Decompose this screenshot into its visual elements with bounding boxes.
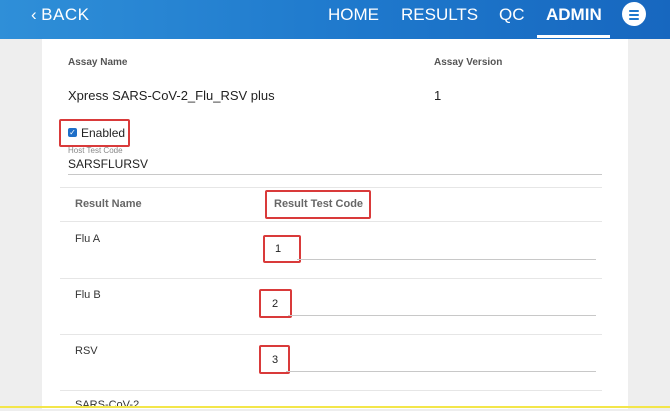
host-test-code-label: Host Test Code	[68, 146, 123, 155]
assay-version-label: Assay Version	[434, 57, 503, 68]
host-test-code-underline	[68, 174, 602, 175]
code-underline-row-1	[297, 259, 596, 260]
result-code-input-flu-a[interactable]: 1	[275, 243, 281, 255]
row-divider-3	[60, 390, 602, 391]
assay-version-value: 1	[434, 88, 442, 103]
result-code-input-flu-b[interactable]: 2	[272, 298, 278, 310]
nav-admin[interactable]: ADMIN	[546, 5, 602, 25]
table-top-divider	[60, 187, 602, 188]
table-header-divider	[60, 221, 602, 222]
result-name-flu-b: Flu B	[75, 289, 101, 301]
code-highlight-row-1	[263, 235, 301, 263]
hamburger-menu-icon[interactable]	[622, 2, 646, 26]
row-divider-2	[60, 334, 602, 335]
enabled-label[interactable]: Enabled	[81, 126, 125, 140]
assay-name-label: Assay Name	[68, 57, 128, 68]
col-result-name: Result Name	[75, 198, 142, 210]
back-button[interactable]: ‹ BACK	[31, 5, 89, 25]
result-code-input-rsv[interactable]: 3	[272, 354, 278, 366]
back-label: BACK	[41, 5, 90, 24]
host-test-code-value[interactable]: SARSFLURSV	[68, 157, 148, 171]
checkbox-checked-icon[interactable]: ✓	[68, 128, 77, 137]
row-divider-1	[60, 278, 602, 279]
active-tab-indicator	[537, 35, 610, 38]
nav-results[interactable]: RESULTS	[401, 5, 478, 25]
chevron-left-icon: ‹	[31, 5, 38, 24]
bottom-edge-line	[0, 406, 670, 408]
top-bar: ‹ BACK HOME RESULTS QC ADMIN	[0, 0, 670, 39]
assay-name-value: Xpress SARS-CoV-2_Flu_RSV plus	[68, 88, 275, 103]
result-name-sars-cov-2: SARS-CoV-2	[75, 399, 140, 411]
nav-qc[interactable]: QC	[499, 5, 525, 25]
result-name-flu-a: Flu A	[75, 233, 101, 245]
result-name-rsv: RSV	[75, 345, 98, 357]
code-underline-row-3	[286, 371, 596, 372]
nav-home[interactable]: HOME	[328, 5, 379, 25]
code-underline-row-2	[288, 315, 596, 316]
col-result-test-code: Result Test Code	[274, 198, 364, 210]
